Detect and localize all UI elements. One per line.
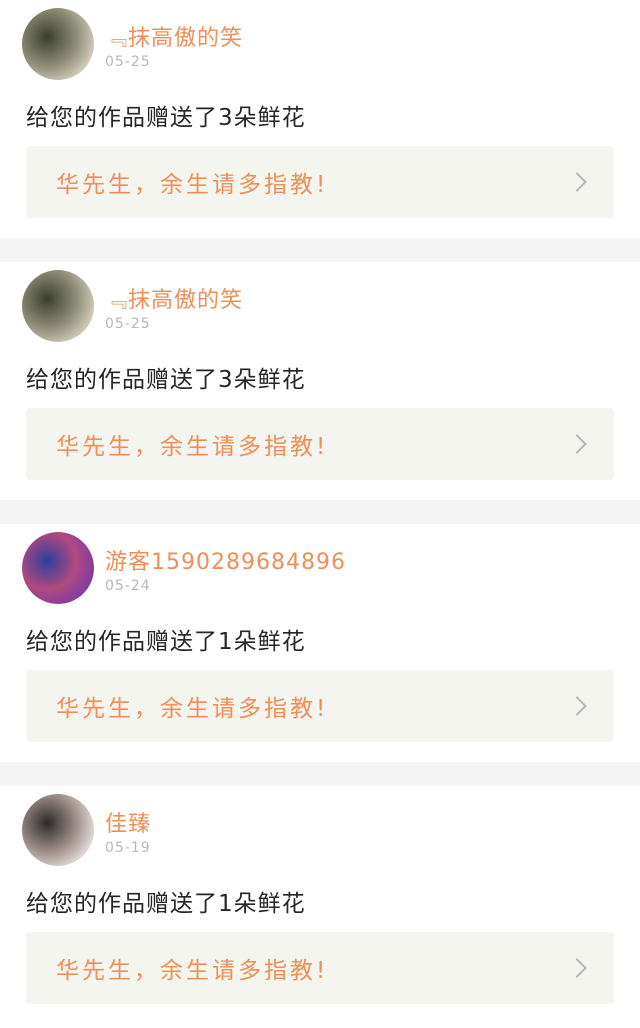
username[interactable]: ﹃抹高傲的笑 (105, 20, 243, 52)
gift-date: 05-19 (105, 840, 151, 856)
gift-card: ﹃抹高傲的笑 05-25 给您的作品赠送了3朵鲜花 华先生，余生请多指教! (0, 262, 640, 500)
work-link[interactable]: 华先生，余生请多指教! (26, 408, 614, 480)
username[interactable]: 游客1590289684896 (105, 544, 346, 576)
user-avatar[interactable] (22, 532, 94, 604)
chevron-right-icon (567, 172, 587, 192)
gift-card: 佳臻 05-19 给您的作品赠送了1朵鲜花 华先生，余生请多指教! (0, 786, 640, 1028)
gift-card: 游客1590289684896 05-24 给您的作品赠送了1朵鲜花 华先生，余… (0, 524, 640, 762)
gift-date: 05-24 (105, 578, 151, 594)
gift-message: 给您的作品赠送了1朵鲜花 (26, 629, 306, 655)
work-link[interactable]: 华先生，余生请多指教! (26, 932, 614, 1004)
gift-date: 05-25 (105, 316, 151, 332)
gift-feed: ﹃抹高傲的笑 05-25 给您的作品赠送了3朵鲜花 华先生，余生请多指教! ﹃抹… (0, 0, 640, 1028)
user-avatar[interactable] (22, 794, 94, 866)
gift-message: 给您的作品赠送了3朵鲜花 (26, 367, 306, 393)
chevron-right-icon (567, 696, 587, 716)
work-title: 华先生，余生请多指教! (56, 958, 329, 984)
gift-date: 05-25 (105, 54, 151, 70)
work-title: 华先生，余生请多指教! (56, 434, 329, 460)
work-title: 华先生，余生请多指教! (56, 696, 329, 722)
work-link[interactable]: 华先生，余生请多指教! (26, 146, 614, 218)
username[interactable]: 佳臻 (105, 806, 151, 838)
user-avatar[interactable] (22, 270, 94, 342)
chevron-right-icon (567, 434, 587, 454)
username[interactable]: ﹃抹高傲的笑 (105, 282, 243, 314)
chevron-right-icon (567, 958, 587, 978)
work-link[interactable]: 华先生，余生请多指教! (26, 670, 614, 742)
gift-card: ﹃抹高傲的笑 05-25 给您的作品赠送了3朵鲜花 华先生，余生请多指教! (0, 0, 640, 238)
user-avatar[interactable] (22, 8, 94, 80)
gift-message: 给您的作品赠送了1朵鲜花 (26, 891, 306, 917)
gift-message: 给您的作品赠送了3朵鲜花 (26, 105, 306, 131)
work-title: 华先生，余生请多指教! (56, 172, 329, 198)
